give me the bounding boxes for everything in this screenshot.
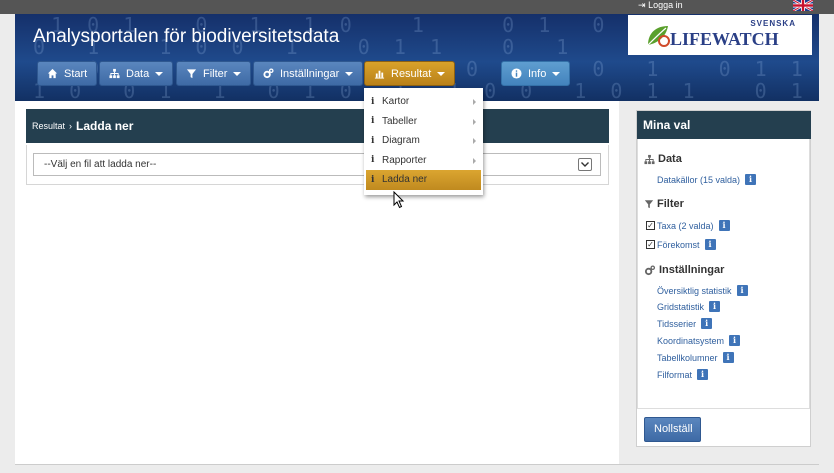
breadcrumb: Resultat › Ladda ner bbox=[26, 109, 609, 143]
login-link[interactable]: ⇥ Logga in bbox=[638, 0, 683, 11]
info-icon[interactable]: i bbox=[697, 369, 709, 380]
info-icon: i bbox=[371, 174, 375, 185]
section-settings: Inställningar bbox=[644, 264, 724, 276]
home-icon bbox=[47, 68, 58, 79]
sidebar-item-time-series[interactable]: Tidsserier i bbox=[657, 318, 713, 329]
menu-item-maps[interactable]: i Kartor bbox=[364, 92, 483, 112]
top-bar: ⇥ Logga in bbox=[0, 0, 834, 14]
menu-item-diagrams[interactable]: i Diagram bbox=[364, 131, 483, 151]
breadcrumb-parent[interactable]: Resultat bbox=[32, 121, 65, 131]
sidebar-item-coordinate-system[interactable]: Koordinatsystem i bbox=[657, 335, 741, 346]
nav-info-button[interactable]: Info bbox=[501, 61, 571, 86]
sidebar-item-datasources[interactable]: Datakällor (15 valda) i bbox=[657, 174, 757, 185]
info-icon: i bbox=[371, 155, 375, 166]
lifewatch-logo[interactable]: SVENSKA LIFEWATCH bbox=[628, 15, 812, 55]
chevron-down-icon bbox=[552, 71, 561, 76]
uk-flag-icon[interactable] bbox=[793, 0, 813, 11]
info-icon: i bbox=[371, 96, 375, 107]
chevron-right-icon bbox=[473, 157, 476, 164]
info-icon[interactable]: i bbox=[709, 301, 721, 312]
info-icon[interactable]: i bbox=[704, 239, 716, 250]
page-title: Ladda ner bbox=[76, 119, 134, 133]
logo-text-top: SVENSKA bbox=[750, 19, 796, 28]
file-select-value: --Välj en fil att ladda ner-- bbox=[44, 159, 157, 170]
chevron-right-icon bbox=[473, 118, 476, 125]
chevron-down-icon bbox=[345, 71, 354, 76]
menu-item-reports[interactable]: i Rapporter bbox=[364, 151, 483, 171]
menu-item-tables[interactable]: i Tabeller bbox=[364, 112, 483, 132]
info-icon[interactable]: i bbox=[701, 318, 713, 329]
sitemap-icon bbox=[644, 154, 655, 164]
menu-item-download[interactable]: i Ladda ner bbox=[366, 170, 481, 190]
sitemap-icon bbox=[109, 68, 120, 79]
nav-settings-button[interactable]: Inställningar bbox=[253, 61, 364, 86]
sidebar-item-file-format[interactable]: Filformat i bbox=[657, 369, 709, 380]
sidebar-title: Mina val bbox=[637, 111, 811, 139]
logo-text-main: LIFEWATCH bbox=[670, 29, 779, 49]
cogs-icon bbox=[263, 68, 274, 79]
chevron-down-icon bbox=[437, 71, 446, 76]
info-icon[interactable]: i bbox=[729, 335, 741, 346]
chevron-right-icon bbox=[473, 99, 476, 105]
sidebar-item-grid-stats[interactable]: Gridstatistik i bbox=[657, 301, 721, 312]
info-icon[interactable]: i bbox=[745, 174, 757, 185]
info-icon[interactable]: i bbox=[718, 220, 730, 231]
info-icon: i bbox=[371, 135, 375, 146]
footer-divider bbox=[15, 464, 819, 465]
chevron-right-icon bbox=[473, 138, 476, 144]
chevron-down-icon bbox=[155, 71, 164, 76]
nav-result-button[interactable]: Resultat bbox=[364, 61, 456, 86]
info-icon[interactable]: i bbox=[722, 352, 734, 363]
bar-chart-icon bbox=[374, 70, 385, 79]
sidebar-body: Data Datakällor (15 valda) i Filter ✓ Ta… bbox=[637, 139, 810, 409]
app-title: Analysportalen för biodiversitetsdata bbox=[33, 26, 340, 47]
occurrence-checkbox[interactable]: ✓ bbox=[646, 240, 655, 249]
mouse-cursor-icon bbox=[393, 191, 405, 209]
result-dropdown-menu: i Kartor i Tabeller i Diagram i Rapporte… bbox=[364, 88, 483, 195]
reset-button[interactable]: Nollställ bbox=[644, 417, 701, 442]
nav-data-button[interactable]: Data bbox=[99, 61, 174, 86]
sidebar-item-taxa[interactable]: Taxa (2 valda) i bbox=[657, 220, 730, 231]
cogs-icon bbox=[644, 264, 656, 275]
taxa-checkbox[interactable]: ✓ bbox=[646, 221, 655, 230]
filter-icon bbox=[644, 200, 654, 209]
leaf-icon bbox=[647, 26, 670, 47]
section-filter: Filter bbox=[644, 198, 684, 210]
sidebar-item-occurrence[interactable]: Förekomst i bbox=[657, 239, 716, 250]
sidebar-item-table-columns[interactable]: Tabellkolumner i bbox=[657, 352, 734, 363]
info-icon[interactable]: i bbox=[736, 285, 748, 296]
chevron-down-icon[interactable] bbox=[578, 158, 592, 171]
main-content: Resultat › Ladda ner --Välj en fil att l… bbox=[15, 101, 619, 464]
file-select[interactable]: --Välj en fil att ladda ner-- bbox=[33, 153, 601, 176]
info-circle-icon bbox=[511, 68, 522, 79]
info-icon: i bbox=[371, 116, 375, 127]
filter-icon bbox=[186, 69, 197, 79]
nav-filter-button[interactable]: Filter bbox=[176, 61, 252, 86]
sidebar-item-overview-stats[interactable]: Översiktlig statistik i bbox=[657, 285, 748, 296]
my-choices-panel: Mina val Data Datakällor (15 valda) i Fi… bbox=[636, 110, 811, 447]
section-data: Data bbox=[644, 153, 682, 165]
chevron-down-icon bbox=[233, 71, 242, 76]
login-icon: ⇥ bbox=[638, 0, 646, 10]
nav-start-button[interactable]: Start bbox=[37, 61, 98, 86]
breadcrumb-separator: › bbox=[69, 121, 73, 131]
